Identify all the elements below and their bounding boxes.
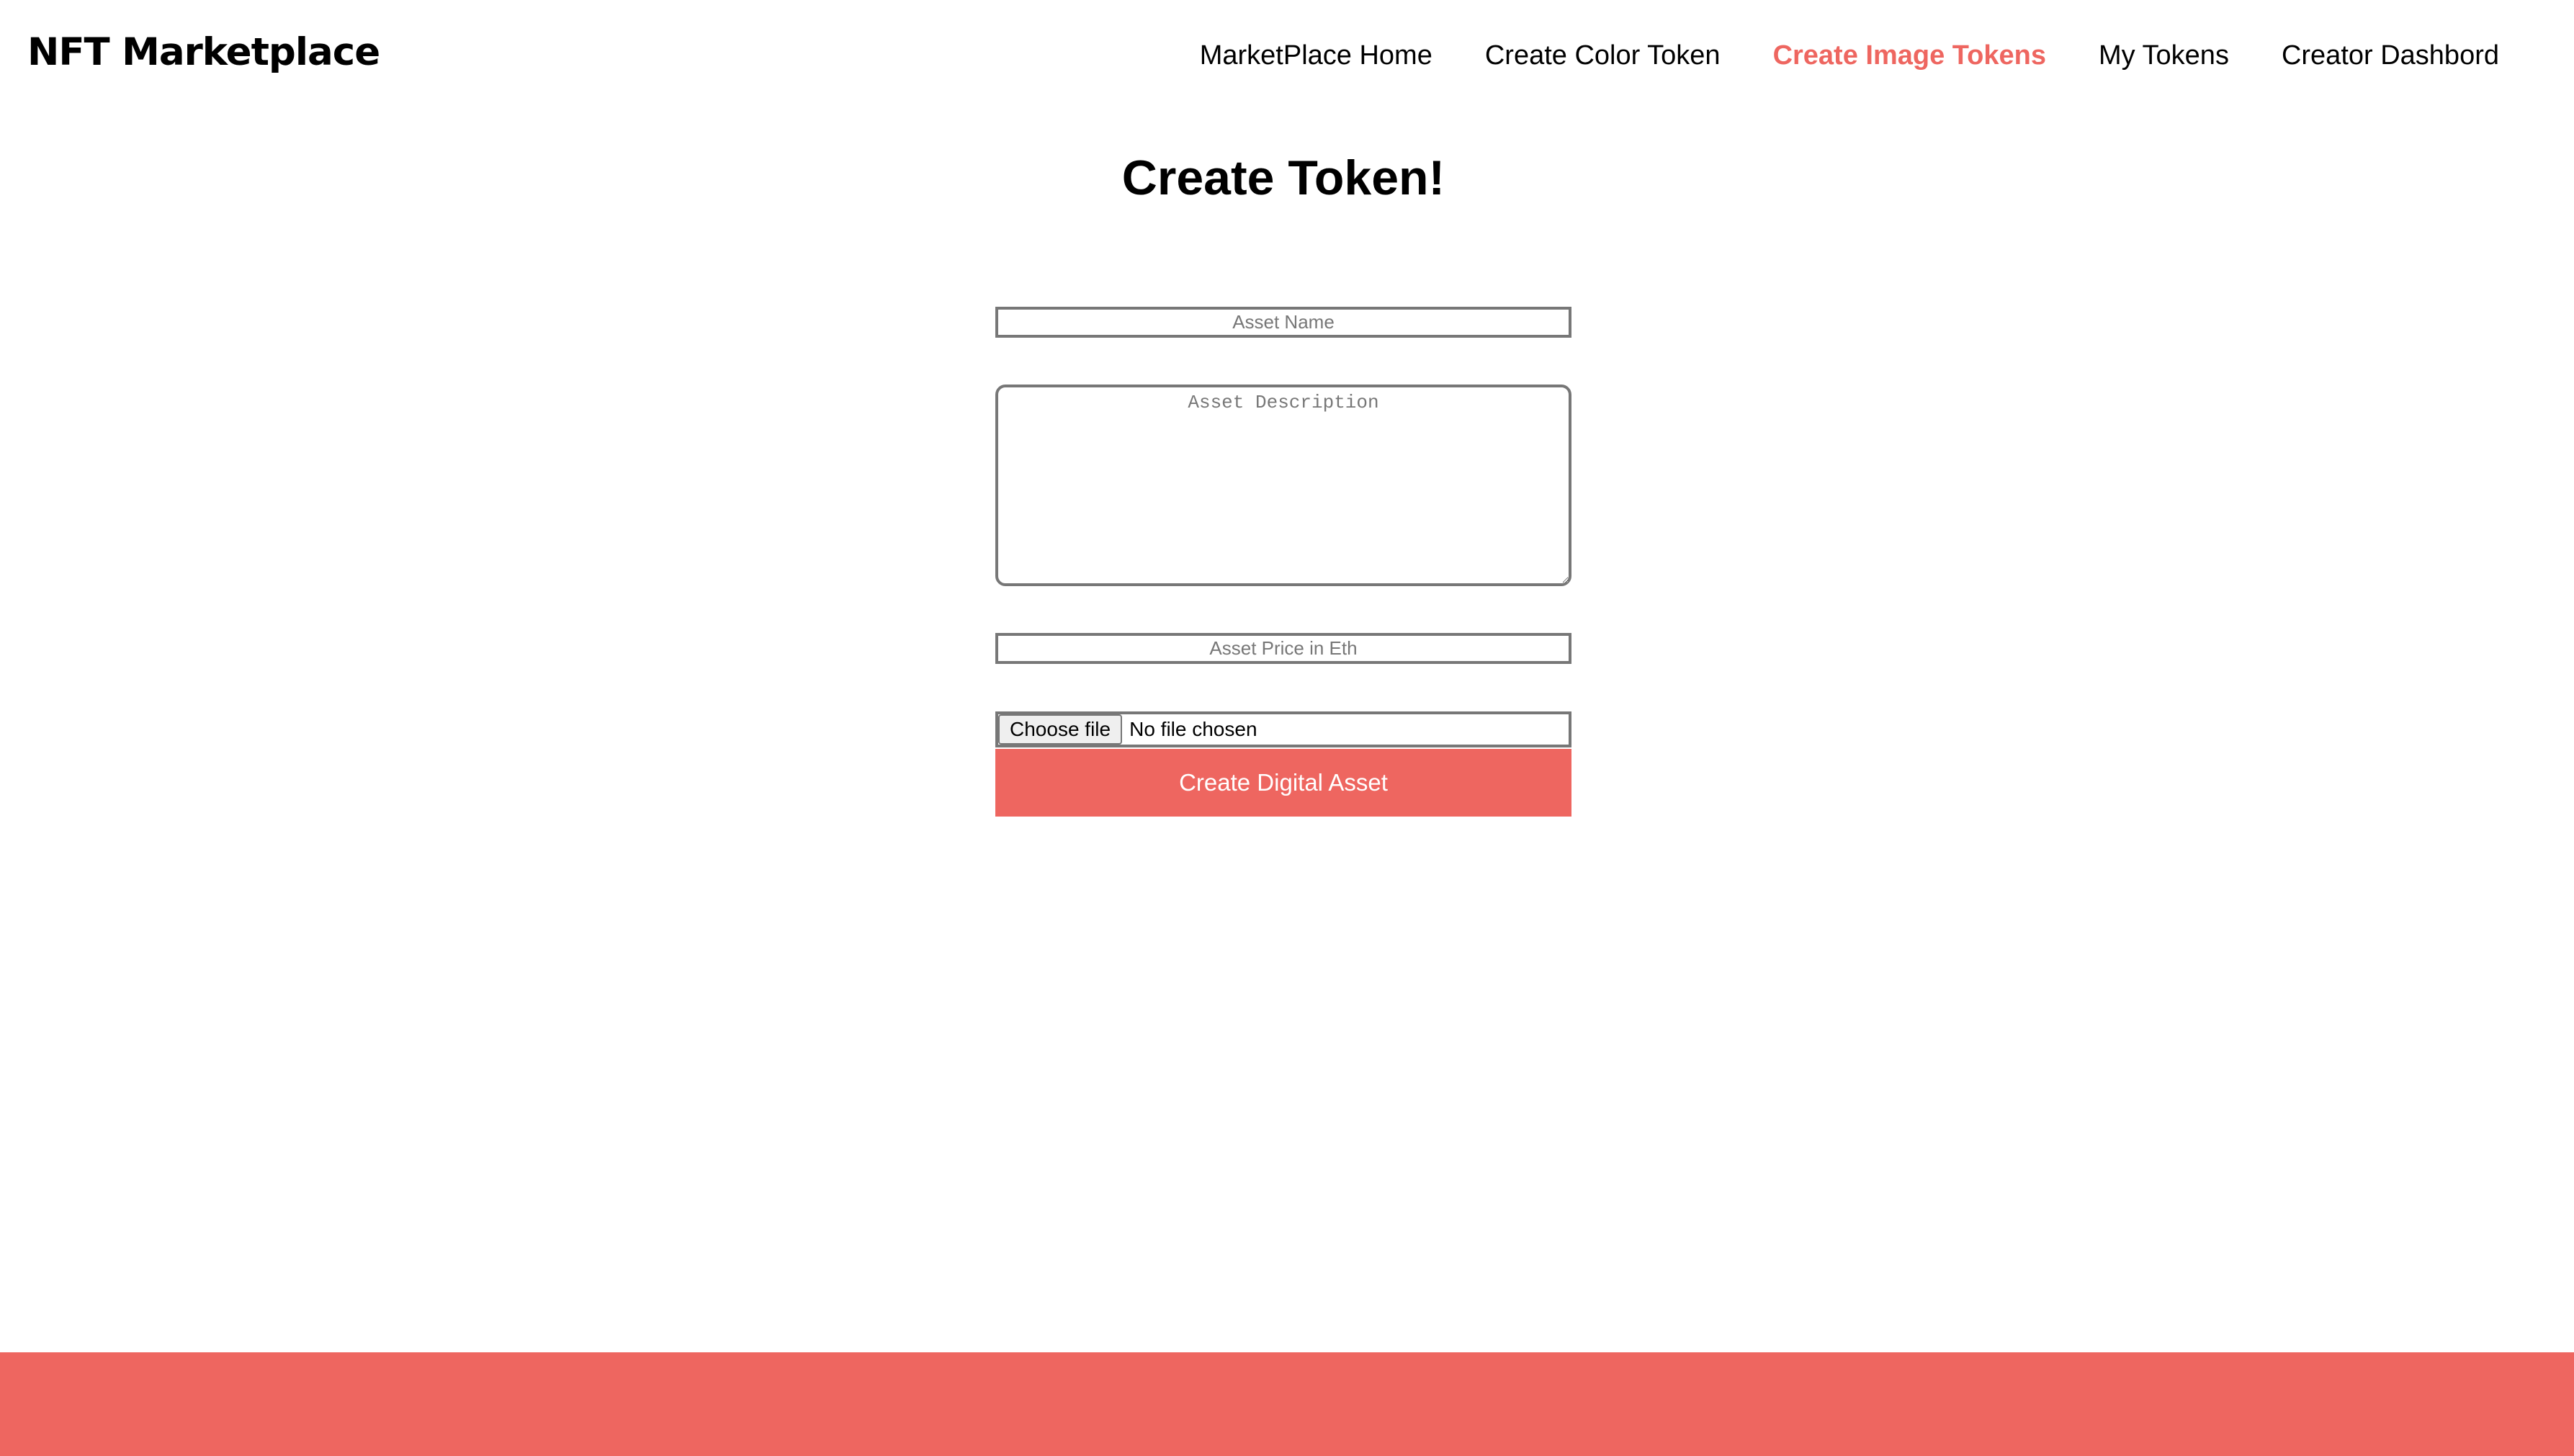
choose-file-button[interactable]: Choose file — [998, 714, 1123, 745]
create-digital-asset-button[interactable]: Create Digital Asset — [995, 749, 1571, 817]
asset-description-textarea[interactable] — [995, 385, 1571, 586]
brand-title[interactable]: NFT Marketplace — [27, 30, 380, 74]
file-status-text: No file chosen — [1129, 718, 1257, 740]
asset-price-input[interactable] — [995, 633, 1571, 664]
nav-links: MarketPlace Home Create Color Token Crea… — [1200, 40, 2499, 71]
file-picker: Choose file No file chosen — [995, 711, 1571, 747]
nav-creator-dashboard[interactable]: Creator Dashbord — [2282, 40, 2499, 71]
footer-bar — [0, 1352, 2574, 1456]
navbar: NFT Marketplace MarketPlace Home Create … — [0, 0, 2574, 115]
nav-marketplace-home[interactable]: MarketPlace Home — [1200, 40, 1432, 71]
nav-my-tokens[interactable]: My Tokens — [2099, 40, 2229, 71]
nav-create-image-tokens[interactable]: Create Image Tokens — [1773, 40, 2046, 71]
asset-name-input[interactable] — [995, 307, 1571, 338]
page-title: Create Token! — [1121, 150, 1445, 205]
nav-create-color-token[interactable]: Create Color Token — [1485, 40, 1721, 71]
